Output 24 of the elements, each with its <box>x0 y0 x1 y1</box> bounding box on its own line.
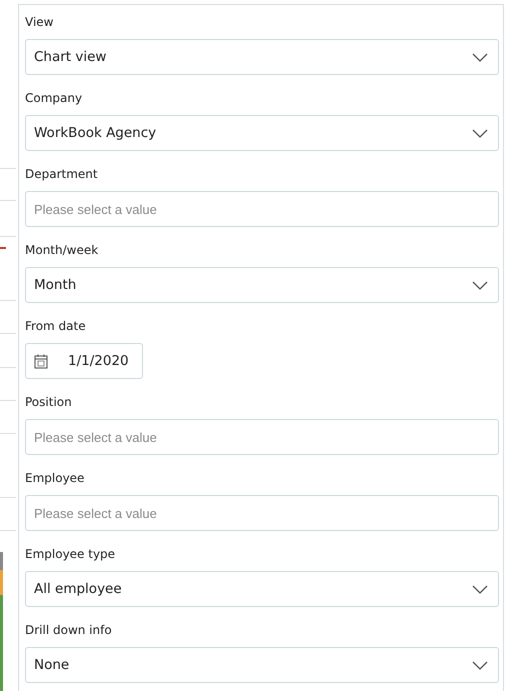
dropdown[interactable]: None <box>25 647 499 683</box>
field-label: From date <box>25 318 87 335</box>
dropdown[interactable]: Month <box>25 267 499 303</box>
chevron-down-icon <box>472 52 488 62</box>
dropdown[interactable]: All employee <box>25 571 499 607</box>
dropdown[interactable]: WorkBook Agency <box>25 115 499 151</box>
field-label: Employee type <box>25 546 116 563</box>
chevron-down-icon <box>472 660 488 670</box>
chevron-down-icon <box>472 584 488 594</box>
field-label: View <box>25 14 54 31</box>
field-label: Employee <box>25 470 86 487</box>
input-field[interactable]: Please select a value <box>25 495 499 531</box>
chevron-down-icon <box>472 280 488 290</box>
field-label: Position <box>25 394 73 411</box>
field-label: Company <box>25 90 84 107</box>
chevron-down-icon <box>472 128 488 138</box>
field-label: Month/week <box>25 242 100 259</box>
date-field[interactable]: 1/1/2020 <box>25 343 143 379</box>
calendar-icon <box>34 354 48 368</box>
dropdown[interactable]: Chart view <box>25 39 499 75</box>
field-label: Department <box>25 166 99 183</box>
input-field[interactable]: Please select a value <box>25 191 499 227</box>
input-field[interactable]: Please select a value <box>25 419 499 455</box>
field-label: Drill down info <box>25 622 113 639</box>
